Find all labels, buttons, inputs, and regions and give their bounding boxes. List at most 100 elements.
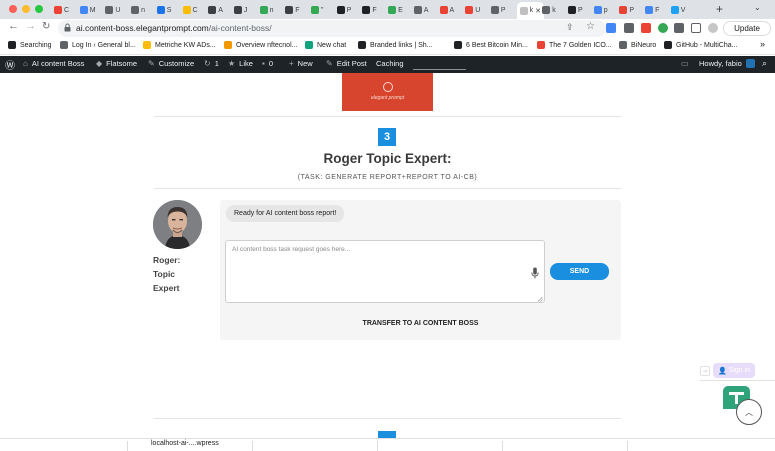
send-button[interactable]: SEND	[550, 263, 609, 280]
browser-tab[interactable]: M	[79, 3, 96, 17]
browser-tab[interactable]: P	[490, 3, 506, 17]
tab-label: F	[655, 6, 660, 14]
reload-icon[interactable]: ↻	[42, 21, 50, 32]
microphone-icon[interactable]	[531, 267, 539, 279]
admin-bar-new[interactable]: + New	[289, 59, 313, 68]
browser-tab[interactable]: n	[259, 3, 274, 17]
extension-icon-4[interactable]	[658, 23, 668, 33]
browser-tab[interactable]: C	[54, 3, 69, 17]
browser-tab-strip: C M Un S C A Jn F " P F E A A U Pk ✕ k Pp P F V + ⌄	[0, 0, 775, 19]
admin-bar-edit-post[interactable]: ✎ Edit Post	[326, 59, 367, 68]
admin-bar-updates[interactable]: ↻ 1	[204, 59, 219, 68]
updates-count: 1	[214, 59, 219, 68]
minimize-window-button[interactable]	[22, 5, 30, 13]
browser-tab[interactable]: k	[542, 3, 556, 17]
bookmark-item[interactable]: Searching	[8, 41, 52, 49]
browser-tab[interactable]: C	[182, 3, 198, 17]
bookmark-item[interactable]: GitHub - MultiCha...	[664, 41, 737, 49]
customize-label: Customize	[158, 59, 195, 68]
browser-tab[interactable]: U	[105, 3, 120, 17]
tab-favicon-icon	[465, 6, 474, 14]
tab-favicon-icon	[490, 6, 499, 14]
admin-bar-customize[interactable]: ✎ Customize	[148, 59, 194, 68]
bookmark-item[interactable]: BiNeuro	[619, 41, 656, 49]
admin-bar-site[interactable]: ⌂ AI content Boss	[23, 59, 84, 68]
zoom-window-button[interactable]	[35, 5, 43, 13]
browser-tab[interactable]: A	[208, 3, 223, 17]
wordpress-logo-icon[interactable]: Ⓦ	[5, 57, 15, 72]
agent-portrait-image	[153, 200, 202, 249]
admin-bar-account[interactable]: Howdy, fabio	[699, 59, 755, 68]
close-tab-icon[interactable]: ✕	[535, 7, 541, 15]
extension-icon-2[interactable]	[624, 23, 634, 33]
browser-tab[interactable]: A	[413, 3, 428, 17]
transfer-to-ai-content-boss-button[interactable]: TRANSFER TO AI CONTENT BOSS	[220, 320, 621, 327]
logo-mark-icon	[383, 82, 393, 92]
bookmark-item[interactable]: New chat	[305, 41, 346, 49]
admin-bar-theme[interactable]: ◆ Flatsome	[96, 59, 137, 68]
browser-tab[interactable]: p	[593, 3, 608, 17]
extensions-puzzle-icon[interactable]	[674, 23, 684, 33]
browser-tab[interactable]: S	[156, 3, 171, 17]
side-panel-icon[interactable]	[691, 23, 701, 33]
address-bar[interactable]: ai.content-boss.elegantprompt.com/ai-con…	[58, 20, 606, 37]
share-icon[interactable]: ⇪	[566, 22, 574, 33]
bookmark-item[interactable]: 6 Best Bitcoin Min...	[454, 41, 528, 49]
browser-tab[interactable]: F	[645, 3, 659, 17]
bookmarks-overflow-button[interactable]: »	[760, 39, 765, 49]
bookmark-star-icon[interactable]: ☆	[586, 21, 595, 32]
tab-favicon-icon	[259, 6, 268, 14]
admin-search-icon[interactable]: ⌕	[762, 58, 767, 69]
bookmark-item[interactable]: Branded links | Sh...	[358, 41, 433, 49]
agent-name: Roger: Topic Expert	[153, 253, 203, 295]
site-logo-banner[interactable]: elegant prompt	[342, 73, 433, 111]
profile-avatar-icon[interactable]	[708, 23, 718, 33]
browser-tab[interactable]: V	[670, 3, 685, 17]
admin-bar-caching[interactable]: Caching	[376, 59, 404, 68]
bookmark-item[interactable]: The 7 Golden ICO...	[537, 41, 612, 49]
forward-arrow-icon[interactable]: →	[25, 20, 36, 32]
browser-tab[interactable]: F	[285, 3, 300, 17]
sign-in-button[interactable]: 👤 Sign in	[713, 363, 755, 378]
tab-favicon-icon	[79, 6, 88, 14]
browser-tab[interactable]: J	[233, 3, 247, 17]
browser-tab[interactable]: E	[388, 3, 403, 17]
scroll-to-top-button[interactable]: ︿	[736, 399, 762, 425]
browser-tab[interactable]: P	[336, 3, 351, 17]
browser-tab[interactable]: n	[131, 3, 145, 17]
browser-toolbar: ← → ↻ ai.content-boss.elegantprompt.com/…	[0, 19, 775, 38]
extension-icon-3[interactable]	[641, 23, 651, 33]
close-window-button[interactable]	[9, 5, 17, 13]
bookmark-item[interactable]: Log In ‹ General bl...	[60, 41, 136, 49]
plus-icon: +	[289, 59, 294, 68]
browser-tab[interactable]: A	[439, 3, 454, 17]
textarea-resize-grip-icon[interactable]	[537, 296, 543, 302]
bookmark-label: BiNeuro	[631, 41, 657, 49]
extension-icon-1[interactable]	[606, 23, 616, 33]
paintbrush-icon: ✎	[148, 59, 155, 68]
browser-tab[interactable]: U	[465, 3, 480, 17]
flatsome-icon: ◆	[96, 59, 103, 68]
back-arrow-icon[interactable]: ←	[8, 20, 19, 32]
browser-tab[interactable]: "	[311, 3, 324, 17]
sign-in-side-icon[interactable]	[700, 366, 710, 376]
browser-tab[interactable]: P	[619, 3, 634, 17]
bookmark-label: Metriche KW ADs...	[155, 41, 216, 49]
browser-tab[interactable]: P	[568, 3, 583, 17]
tab-favicon-icon	[54, 6, 62, 14]
tab-favicon-icon	[388, 6, 397, 14]
tab-label: F	[295, 6, 300, 14]
admin-bar-like[interactable]: ★ Like	[228, 59, 253, 68]
browser-tab[interactable]: k ✕	[516, 2, 544, 19]
admin-bar-screen-icon[interactable]: ▭	[681, 59, 689, 68]
tab-search-chevron-icon[interactable]: ⌄	[754, 3, 761, 12]
task-request-input[interactable]: AI content boss task request goes here..…	[225, 240, 545, 303]
bookmark-item[interactable]: Metriche KW ADs...	[143, 41, 216, 49]
new-tab-button[interactable]: +	[716, 2, 723, 16]
update-button[interactable]: Update	[723, 21, 771, 36]
download-item[interactable]: localhost-ai-....wpress	[151, 440, 219, 447]
bookmark-item[interactable]: Overview nftecnol...	[224, 41, 297, 49]
tab-label: F	[372, 6, 377, 14]
admin-bar-comments[interactable]: ▪ 0	[262, 59, 273, 68]
browser-tab[interactable]: F	[362, 3, 377, 17]
